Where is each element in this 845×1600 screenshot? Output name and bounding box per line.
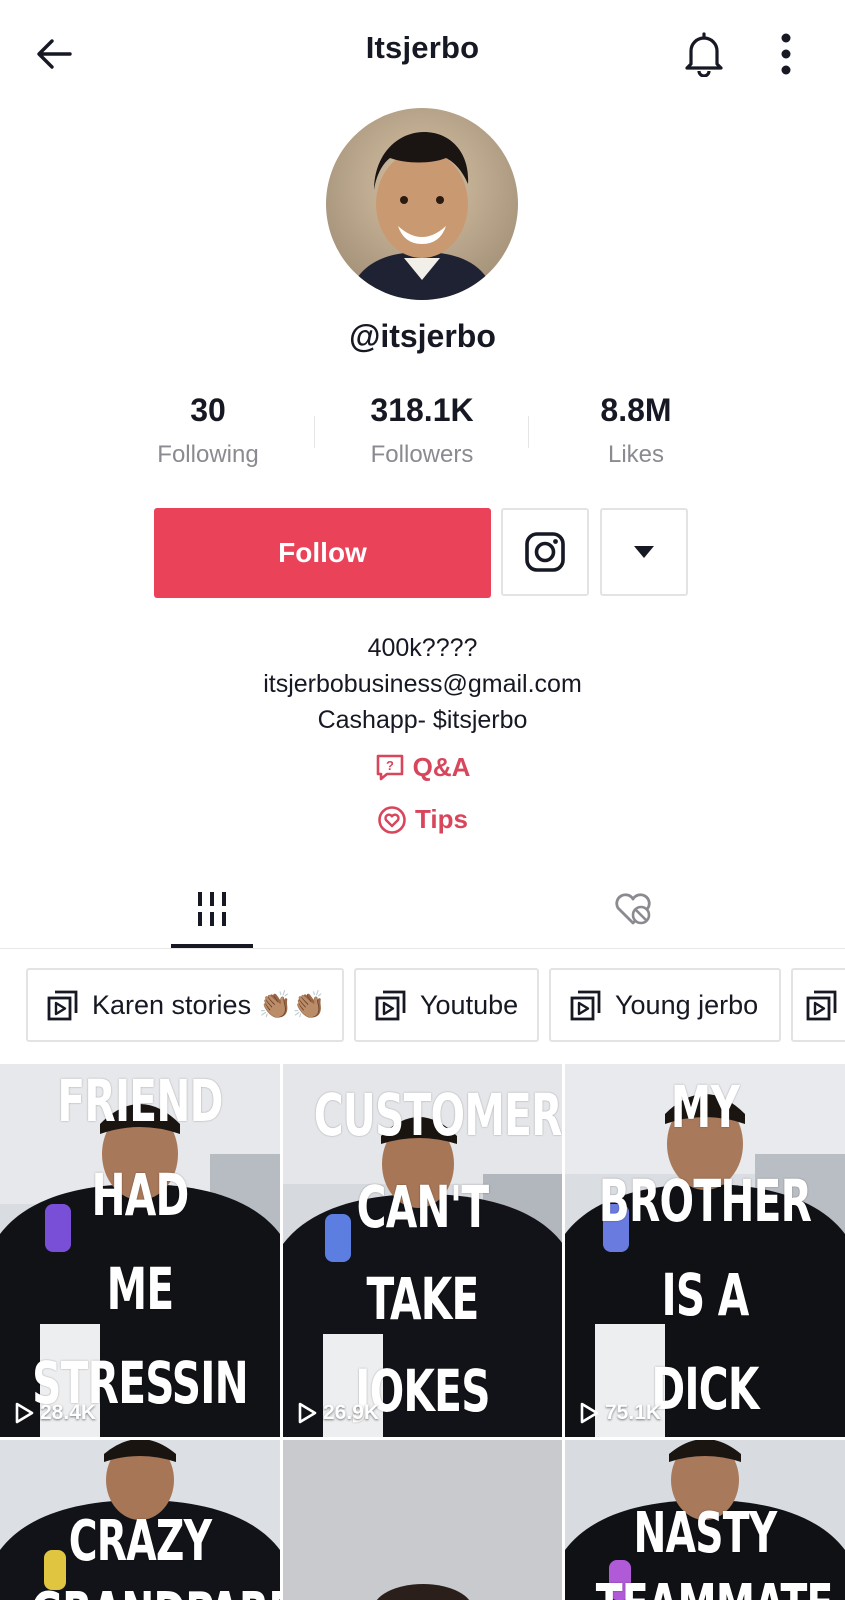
video-caption: IS A [661, 1261, 750, 1329]
stat-value: 318.1K [370, 392, 474, 428]
video-caption: NASTY [633, 1501, 778, 1566]
playlist-icon [806, 990, 837, 1021]
tab-liked[interactable] [592, 870, 674, 948]
video-thumbnail[interactable]: CUSTOMER CAN'T TAKE JOKES 26.9K [283, 1064, 562, 1437]
view-count-value: 75.1K [605, 1401, 662, 1424]
playlist-chip-young-jerbo[interactable]: Young jerbo [549, 968, 781, 1042]
bio-line: 400k???? [367, 634, 478, 662]
video-thumbnail[interactable]: CRAZY GRANDPARENT [0, 1440, 280, 1600]
avatar[interactable] [326, 108, 518, 300]
playlist-label: Youtube [420, 989, 519, 1020]
stat-label: Following [157, 441, 259, 468]
playlist-icon [570, 990, 601, 1021]
instagram-button[interactable] [501, 508, 589, 596]
stat-value: 30 [190, 392, 226, 428]
top-bar: Itsjerbo [0, 0, 845, 108]
video-thumbnail[interactable]: FRIEND HAD ME STRESSIN 28.4K [0, 1064, 280, 1437]
view-count-value: 28.4K [40, 1401, 97, 1424]
bell-icon[interactable] [680, 30, 728, 78]
qa-label: Q&A [412, 752, 471, 782]
more-options-icon[interactable] [768, 30, 804, 78]
video-thumbnail[interactable]: NASTY TEAMMATE [565, 1440, 845, 1600]
tips-link[interactable]: Tips [0, 804, 845, 835]
stat-value: 8.8M [600, 392, 672, 428]
video-caption: GRANDPARENT [31, 1586, 280, 1600]
playlist-icon [47, 990, 78, 1021]
playlist-chip-karen-stories[interactable]: Karen stories 👏🏽👏🏽 [26, 968, 344, 1042]
video-caption: TAKE [366, 1265, 479, 1333]
follow-button[interactable]: Follow [154, 508, 491, 598]
caret-down-icon [634, 546, 654, 558]
heart-badge-icon [378, 805, 406, 834]
stat-likes[interactable]: 8.8M Likes [526, 392, 746, 469]
suggested-accounts-button[interactable] [600, 508, 688, 596]
bio-line: itsjerbobusiness@gmail.com [263, 670, 582, 698]
stat-label: Followers [370, 441, 474, 468]
profile-handle: @itsjerbo [349, 318, 496, 354]
question-bubble-icon: ? [376, 754, 403, 780]
video-thumbnail[interactable] [283, 1440, 562, 1600]
video-thumbnail[interactable]: MY BROTHER IS A DICK 75.1K [565, 1064, 845, 1437]
tabs-divider [0, 948, 845, 949]
video-caption: MY [670, 1073, 740, 1141]
video-caption: HAD [91, 1161, 189, 1229]
grid-icon [198, 892, 226, 926]
hidden-heart-icon [615, 893, 651, 925]
playlist-label: Karen stories 👏🏽👏🏽 [92, 990, 326, 1020]
play-icon [15, 1402, 34, 1424]
view-count-value: 26.9K [323, 1401, 380, 1424]
video-caption: ME [106, 1255, 175, 1323]
play-icon [298, 1402, 317, 1424]
stat-label: Likes [607, 441, 665, 468]
instagram-icon [525, 532, 565, 572]
qa-link[interactable]: ? Q&A [0, 752, 845, 783]
tips-label: Tips [415, 804, 468, 834]
stat-following[interactable]: 30 Following [98, 392, 318, 469]
svg-text:?: ? [386, 758, 394, 773]
view-count: 75.1K [579, 1401, 661, 1425]
video-caption: CAN'T [356, 1173, 490, 1241]
stat-followers[interactable]: 318.1K Followers [312, 392, 532, 469]
tab-videos[interactable] [171, 870, 253, 948]
video-caption: TEAMMATE [596, 1578, 834, 1600]
view-count: 28.4K [14, 1401, 96, 1425]
play-icon [580, 1402, 599, 1424]
video-caption: CRAZY [68, 1509, 212, 1574]
video-caption: BROTHER [598, 1167, 812, 1235]
playlist-chip-youtube[interactable]: Youtube [354, 968, 539, 1042]
playlist-chip-more[interactable] [791, 968, 845, 1042]
view-count: 26.9K [297, 1401, 379, 1425]
bio-line: Cashapp- $itsjerbo [317, 706, 528, 734]
video-caption: FRIEND [57, 1067, 223, 1135]
video-caption: CUSTOMER [313, 1081, 562, 1149]
playlist-icon [375, 990, 406, 1021]
video-scene [283, 1440, 562, 1600]
playlist-label: Young jerbo [615, 989, 759, 1020]
